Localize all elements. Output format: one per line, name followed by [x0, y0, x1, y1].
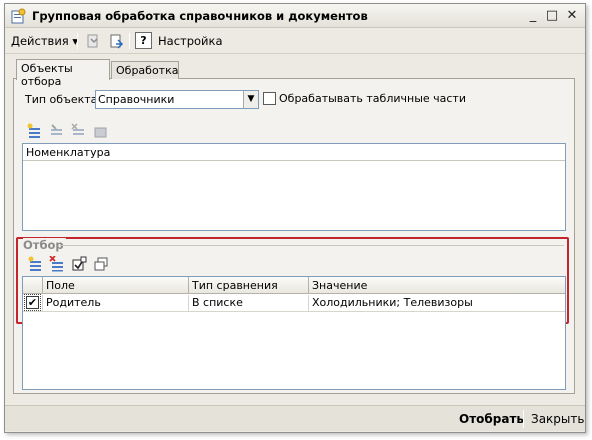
objects-toolbar — [26, 123, 116, 139]
footer-bar: Отобрать Закрыть — [5, 405, 585, 431]
copy-icon[interactable] — [48, 123, 64, 139]
window-title: Групповая обработка справочников и докум… — [32, 9, 368, 23]
grid-header: Поле Тип сравнения Значение — [23, 277, 565, 294]
process-table-parts-checkbox[interactable] — [263, 92, 276, 105]
edit-icon[interactable] — [92, 123, 108, 139]
grid-header-field[interactable]: Поле — [43, 277, 189, 294]
actions-menu-button[interactable]: Действия ▾ — [11, 34, 78, 48]
add-icon[interactable] — [26, 123, 42, 139]
grid-header-comparison[interactable]: Тип сравнения — [189, 277, 309, 294]
table-row[interactable]: ✔ Родитель В списке Холодильники; Телеви… — [23, 294, 565, 312]
command-toolbar: Действия ▾ ? Настройка — [5, 28, 585, 54]
row-comparison-cell[interactable]: В списке — [189, 295, 309, 311]
column-header-label: Поле — [46, 279, 75, 292]
select-button[interactable]: Отобрать — [459, 412, 524, 426]
close-window-button[interactable]: ✕ — [565, 9, 579, 23]
delete-condition-icon[interactable] — [49, 256, 65, 272]
list-item-label: Номенклатура — [26, 146, 111, 159]
column-header-label: Значение — [312, 279, 368, 292]
delete-icon[interactable] — [70, 123, 86, 139]
row-field-cell[interactable]: Родитель — [43, 295, 189, 311]
object-type-value: Справочники — [98, 93, 175, 106]
column-header-label: Тип сравнения — [192, 279, 278, 292]
comparison-value: В списке — [192, 296, 243, 309]
field-value: Родитель — [46, 296, 101, 309]
app-form-icon — [11, 8, 26, 24]
row-value-cell[interactable]: Холодильники; Телевизоры — [309, 295, 565, 311]
restore-settings-icon[interactable] — [109, 33, 125, 49]
select-all-icon[interactable] — [71, 256, 87, 272]
tab-label: Обработка — [116, 64, 179, 77]
close-button[interactable]: Закрыть — [531, 412, 584, 426]
object-type-label: Тип объекта: — [25, 93, 102, 106]
chevron-down-icon[interactable]: ▼ — [243, 91, 258, 108]
grid-header-value[interactable]: Значение — [309, 277, 565, 294]
grid-header-check — [23, 277, 43, 294]
maximize-button[interactable]: □ — [545, 9, 559, 23]
help-button[interactable]: ? — [135, 32, 152, 49]
toolbar-separator — [129, 33, 130, 49]
list-item[interactable]: Номенклатура — [23, 144, 565, 161]
minimize-button[interactable]: _ — [526, 9, 540, 23]
row-check-cell[interactable]: ✔ — [23, 294, 43, 311]
tab-processing[interactable]: Обработка — [111, 61, 179, 79]
condition-value: Холодильники; Телевизоры — [312, 296, 473, 309]
objects-list[interactable]: Номенклатура — [22, 143, 566, 231]
filter-divider — [60, 245, 564, 246]
add-condition-icon[interactable] — [27, 256, 43, 272]
toolbar-separator — [77, 33, 78, 49]
row-use-checkbox[interactable]: ✔ — [26, 296, 39, 309]
filter-toolbar — [27, 256, 117, 272]
tab-selection-objects[interactable]: Объекты отбора — [16, 59, 110, 88]
object-type-select[interactable]: Справочники ▼ — [95, 90, 259, 109]
copy-icon[interactable] — [93, 256, 109, 272]
settings-button[interactable]: Настройка — [158, 34, 223, 48]
process-table-parts-label: Обрабатывать табличные части — [279, 92, 466, 105]
title-bar: Групповая обработка справочников и докум… — [5, 4, 585, 28]
save-settings-icon[interactable] — [85, 33, 101, 49]
filter-grid: Поле Тип сравнения Значение ✔ Родитель В… — [22, 276, 566, 390]
footer-separator — [523, 410, 524, 428]
